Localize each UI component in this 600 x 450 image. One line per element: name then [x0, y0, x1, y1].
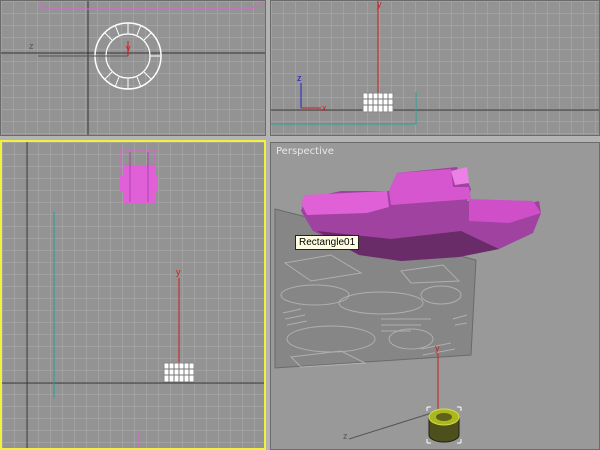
viewport-perspective-canvas: y z: [274, 167, 541, 444]
gizmo-z-axis[interactable]: [348, 410, 439, 440]
object-name-tooltip: Rectangle01: [295, 235, 360, 250]
bounds-outline: [271, 92, 417, 125]
axis-tripod-front: z x: [297, 73, 327, 113]
viewport-perspective[interactable]: Perspective y z Rectangle01: [270, 142, 600, 450]
gizmo-z-label: z: [343, 431, 348, 441]
viewport-top-canvas: y z: [1, 1, 265, 135]
viewport-left-canvas: y: [2, 142, 264, 448]
boat-hull-outline[interactable]: [40, 1, 264, 10]
boat-object-left[interactable]: [119, 149, 158, 204]
viewport-front-canvas: y z x: [271, 1, 599, 125]
tube-object-perspective[interactable]: [426, 406, 462, 444]
viewport-top[interactable]: y z: [0, 0, 266, 136]
viewport-front[interactable]: y z x: [270, 0, 600, 136]
gizmo-y-label: y: [435, 343, 440, 353]
gizmo-y-label: y: [377, 1, 382, 9]
tripod-z-label: z: [297, 73, 302, 83]
tube-object-front[interactable]: [362, 92, 394, 113]
gizmo-y-label: y: [176, 267, 181, 277]
viewport-left[interactable]: y: [0, 140, 266, 450]
gizmo-y-label: y: [126, 43, 131, 53]
tripod-x-label: x: [322, 103, 327, 113]
gizmo-z-label: z: [29, 41, 34, 51]
tube-object-left[interactable]: [163, 362, 195, 383]
